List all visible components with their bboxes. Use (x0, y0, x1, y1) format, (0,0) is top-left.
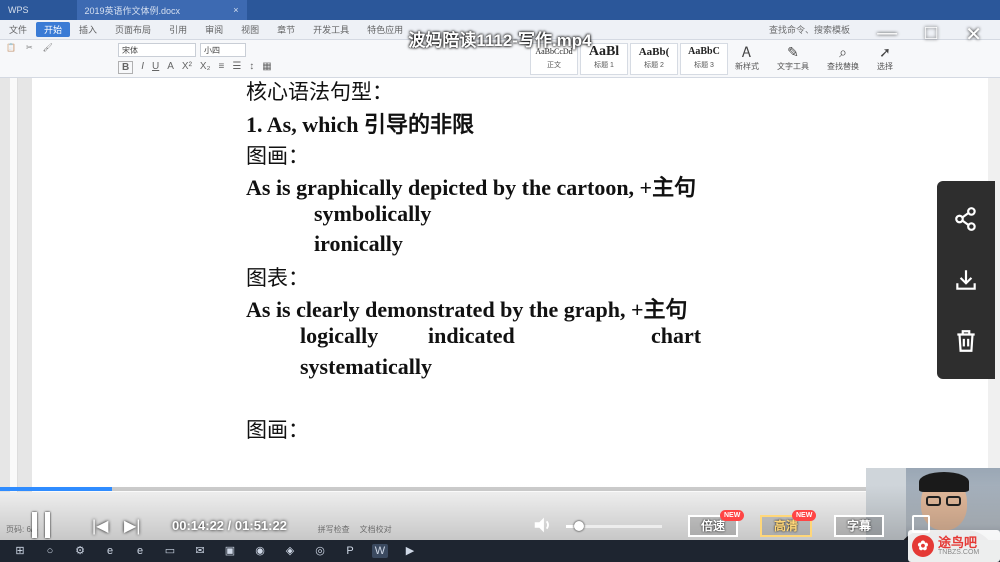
subtitles-button[interactable]: 字幕 (834, 515, 884, 537)
screen: WPS 2019英语作文体例.docx × 文件 开始 插入 页面布局 引用 审… (0, 0, 1000, 562)
close-button[interactable]: ✕ (965, 22, 982, 47)
doc-line-5: ironically (314, 231, 403, 256)
watermark-text-group: 途鸟吧 TNBZS.COM (938, 536, 979, 556)
previous-button[interactable]: |◀ (92, 516, 108, 536)
folder-icon[interactable]: ▭ (162, 544, 178, 558)
wps-taskbar-icon[interactable]: W (372, 544, 388, 558)
wps-tab-bar: WPS 2019英语作文体例.docx × (0, 0, 1000, 20)
download-icon[interactable] (953, 267, 979, 293)
doc-text: 图画： (246, 144, 309, 168)
side-action-panel (937, 181, 995, 379)
app-icon[interactable]: ◎ (312, 544, 328, 558)
chrome-icon[interactable]: ◉ (252, 544, 268, 558)
borders-button[interactable]: ▦ (262, 61, 271, 74)
doc-line-heading: 核心语法句型： (246, 76, 393, 106)
wps-logo: WPS (8, 5, 29, 15)
italic-button[interactable]: I (141, 61, 144, 74)
doc-line-9: systematically (300, 354, 432, 379)
doc-text: 图表： (246, 266, 309, 290)
doc-line-4: symbolically (314, 201, 432, 226)
document-page[interactable] (32, 78, 990, 492)
progress-bar-fill (0, 487, 112, 491)
format-buttons: B I U A X² X₂ ≡ ☰ ↕ ▦ (118, 61, 272, 74)
doc-proofread[interactable]: 文档校对 (360, 524, 392, 535)
restore-button[interactable]: □ (925, 22, 937, 47)
window-controls: — □ ✕ (877, 22, 982, 47)
time-total: 01:51:22 (234, 518, 287, 533)
close-tab-icon[interactable]: × (233, 5, 238, 15)
video-player-icon[interactable]: ▶ (402, 544, 418, 558)
spell-check[interactable]: 拼写检查 (318, 524, 350, 535)
doc-line-1: 1. As, which 引导的非限 (246, 112, 474, 137)
doc-line-8a: logically (300, 323, 379, 348)
tool-label: 选择 (877, 62, 893, 71)
watermark-subtext: TNBZS.COM (938, 549, 980, 556)
style-label: 标题 1 (594, 62, 614, 69)
align-center-button[interactable]: ☰ (232, 61, 241, 74)
mail-icon[interactable]: ✉ (192, 544, 208, 558)
doc-text: 图画： (246, 418, 309, 442)
pause-bar (45, 512, 50, 538)
app-icon[interactable]: ◈ (282, 544, 298, 558)
delete-icon[interactable] (953, 328, 979, 354)
superscript-button[interactable]: X² (182, 61, 192, 74)
doc-line-6: 图表： (246, 262, 309, 292)
font-color-button[interactable]: A (167, 61, 174, 74)
pause-bar (32, 512, 37, 538)
site-watermark: ✿ 途鸟吧 TNBZS.COM (908, 530, 1000, 562)
line-spacing-button[interactable]: ↕ (249, 61, 254, 74)
volume-icon[interactable] (532, 514, 554, 541)
new-badge: NEW (720, 510, 745, 521)
pause-button[interactable] (30, 512, 54, 538)
doc-text: 核心语法句型： (246, 80, 393, 104)
new-badge: NEW (792, 510, 817, 521)
vertical-ruler (10, 78, 18, 492)
powerpoint-icon[interactable]: P (342, 544, 358, 558)
edge-browser-icon[interactable]: e (132, 544, 148, 558)
time-current: 00:14:22 (172, 518, 225, 533)
tool-label: 文字工具 (777, 62, 809, 71)
minimize-button[interactable]: — (877, 22, 897, 47)
doc-line-7: As is clearly demonstrated by the graph,… (246, 297, 688, 322)
video-title: 波妈陪读1112-写作.mp4 (408, 31, 592, 50)
align-left-button[interactable]: ≡ (218, 61, 224, 74)
doc-line-3: As is graphically depicted by the cartoo… (246, 175, 697, 200)
share-icon[interactable] (953, 206, 979, 232)
bold-button[interactable]: B (118, 61, 134, 74)
subscript-button[interactable]: X₂ (200, 61, 211, 74)
windows-taskbar: ⊞ ○ ⚙ e e ▭ ✉ ▣ ◉ ◈ ◎ P W ▶ (0, 540, 1000, 562)
windows-start-icon[interactable]: ⊞ (12, 544, 28, 558)
watermark-logo: ✿ (912, 535, 934, 557)
document-tab-label: 2019英语作文体例.docx (84, 5, 181, 16)
time-display: 00:14:22 / 01:51:22 (172, 518, 287, 533)
progress-bar[interactable] (0, 487, 866, 491)
ie-browser-icon[interactable]: e (102, 544, 118, 558)
doc-line-10: 图画： (246, 414, 309, 444)
search-icon[interactable]: ○ (42, 544, 58, 558)
style-label: 标题 2 (644, 62, 664, 69)
style-label: 正文 (547, 62, 561, 69)
doc-line-8b: indicated (428, 323, 515, 348)
tool-label: 查找替换 (827, 62, 859, 71)
doc-line-8c: chart (651, 323, 702, 348)
volume-slider[interactable] (566, 521, 662, 531)
watermark-text: 途鸟吧 (938, 535, 978, 550)
settings-icon[interactable]: ⚙ (72, 544, 88, 558)
doc-line-2: 图画： (246, 140, 309, 170)
document-tab[interactable]: 2019英语作文体例.docx × (76, 0, 247, 20)
next-button[interactable]: ▶| (124, 516, 140, 536)
underline-button[interactable]: U (152, 61, 159, 74)
tool-label: 新样式 (735, 62, 759, 71)
store-icon[interactable]: ▣ (222, 544, 238, 558)
style-label: 标题 3 (694, 62, 714, 69)
